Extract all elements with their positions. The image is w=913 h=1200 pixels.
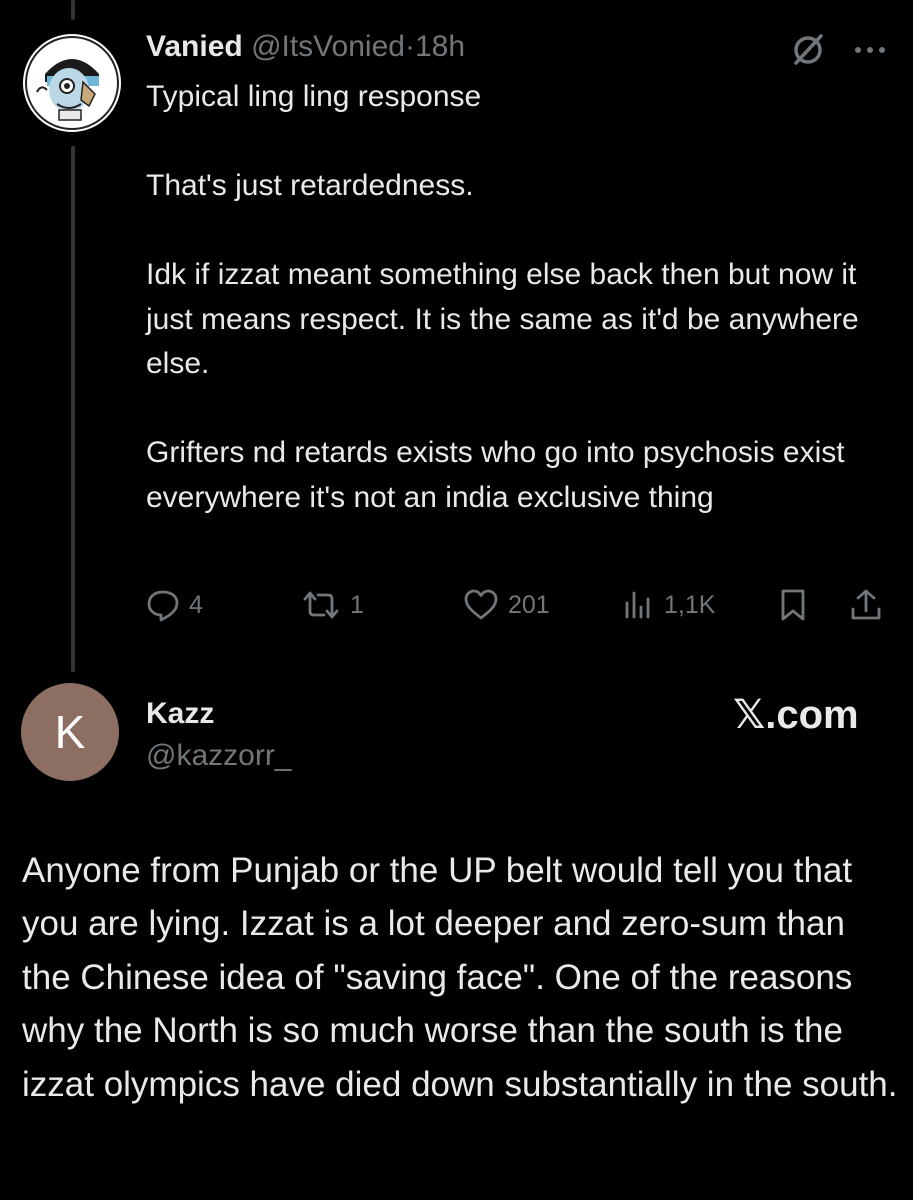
reply-count: 4 (189, 590, 203, 619)
timestamp[interactable]: 18h (415, 30, 465, 63)
tweet-paragraph: Grifters nd retards exists who go into p… (146, 436, 845, 514)
cartoon-avatar-icon (25, 36, 119, 130)
tweet-text: Anyone from Punjab or the UP belt would … (22, 851, 898, 1104)
bookmark-icon (781, 589, 805, 621)
avatar[interactable] (23, 34, 121, 132)
author-name[interactable]: Vanied (146, 30, 243, 63)
retweet-button[interactable]: 1 (300, 582, 364, 628)
like-icon (464, 589, 498, 620)
grok-icon[interactable] (788, 30, 828, 70)
author-name[interactable]: Kazz (146, 695, 214, 733)
views-count: 1,1K (664, 590, 716, 619)
views-button[interactable]: 1,1K (620, 582, 715, 628)
tweet-paragraph: That's just retardedness. (146, 169, 474, 202)
thread-connector-top (71, 0, 75, 20)
reply-button[interactable]: 4 (145, 582, 203, 628)
author-handle[interactable]: @ItsVonied (251, 30, 405, 63)
tweet-header: Vanied @ItsVonied·18h (146, 28, 465, 66)
retweet-icon (303, 591, 339, 619)
avatar[interactable]: K (21, 683, 119, 781)
avatar-letter: K (54, 706, 86, 758)
tweet-paragraph: Idk if izzat meant something else back t… (146, 258, 859, 380)
views-icon (625, 591, 650, 619)
bookmark-button[interactable] (775, 582, 811, 628)
tweet-text: Typical ling ling response That's just r… (146, 75, 886, 520)
x-com-watermark: 𝕏.com (733, 693, 859, 737)
tweet-actions: 4 1 201 1,1K (0, 582, 913, 628)
share-button[interactable] (848, 582, 884, 628)
tweet-paragraph: Typical ling ling response (146, 80, 482, 113)
retweet-count: 1 (350, 590, 364, 619)
reply-icon (147, 590, 179, 622)
separator-dot: · (404, 30, 415, 63)
more-icon[interactable] (850, 30, 890, 70)
share-icon (851, 589, 881, 620)
author-handle[interactable]: @kazzorr_ (146, 737, 292, 775)
like-count: 201 (508, 590, 550, 619)
like-button[interactable]: 201 (462, 582, 550, 628)
